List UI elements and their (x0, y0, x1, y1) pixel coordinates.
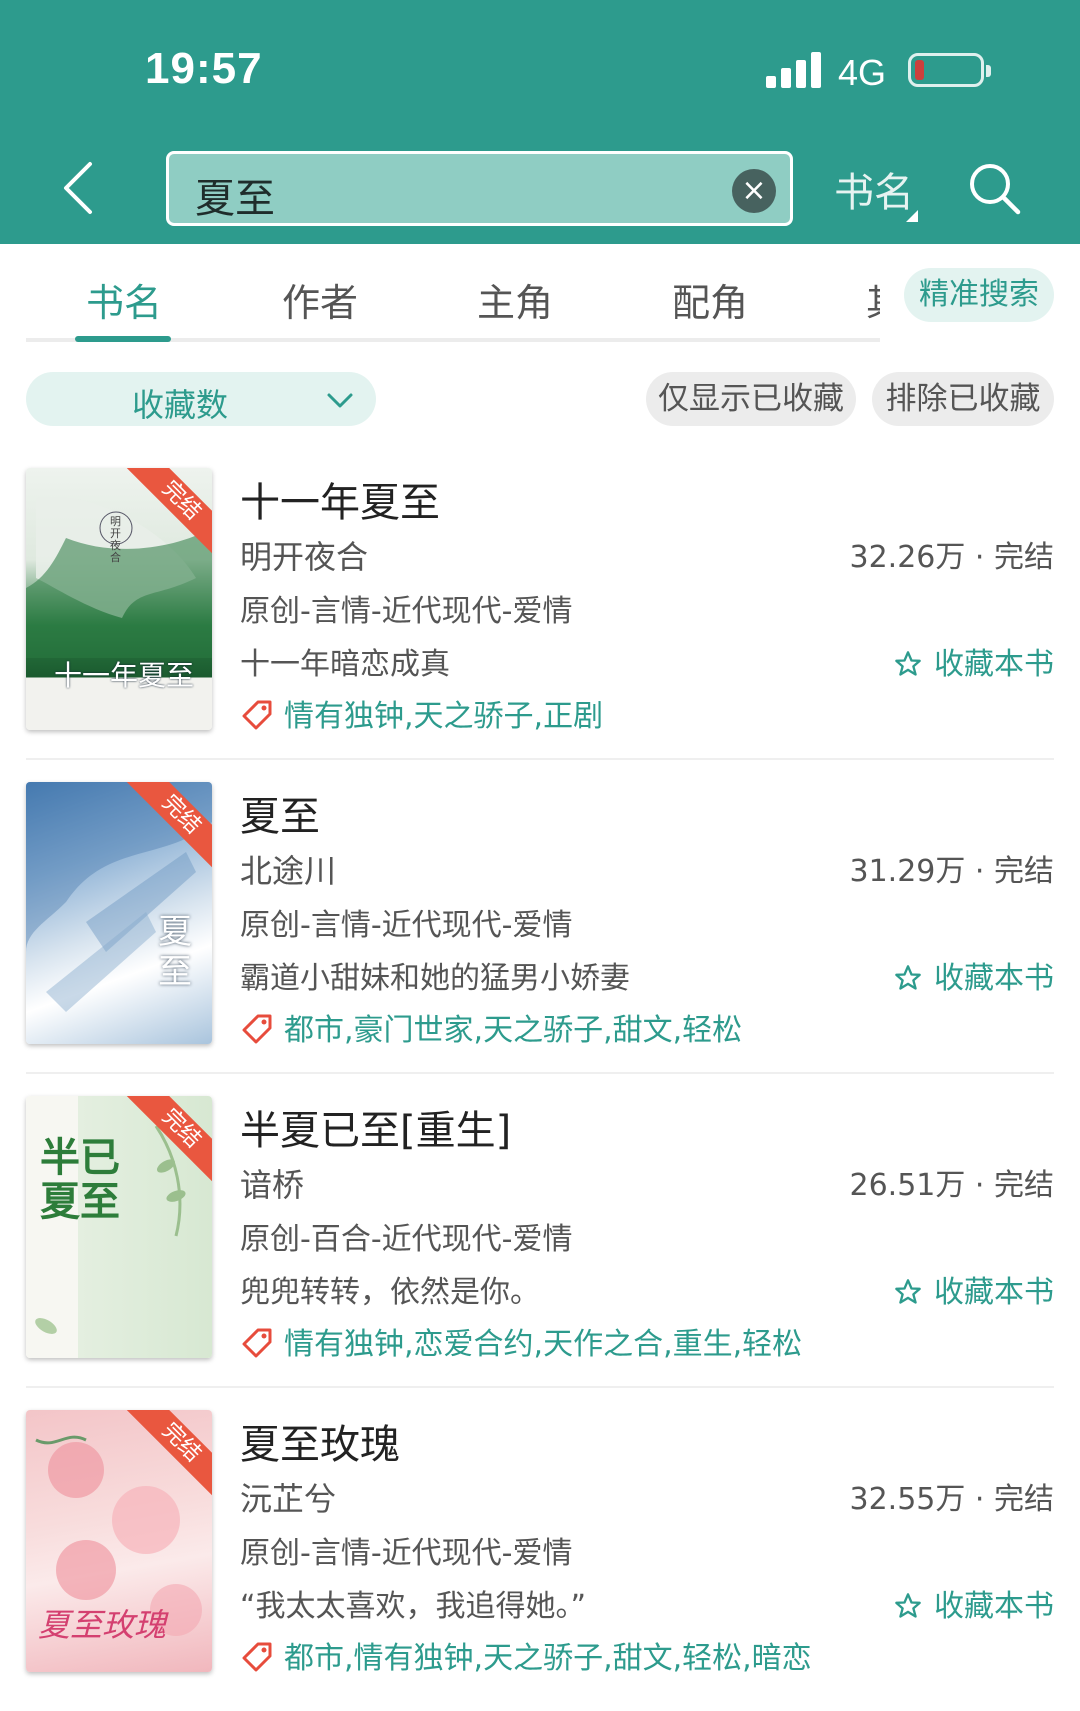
battery-icon (908, 53, 991, 87)
book-stats: 26.51万 · 完结 (849, 1168, 1055, 1203)
favorite-label: 收藏本书 (934, 1589, 1054, 1624)
cover-title: 十一年夏至 (54, 659, 195, 692)
favorite-label: 收藏本书 (934, 961, 1054, 996)
book-description: 兜兜转转，依然是你。 (240, 1275, 540, 1310)
book-cover[interactable]: 夏至 完结 (26, 782, 212, 1044)
book-cover[interactable]: 明开夜合 十一年夏至 完结 (26, 468, 212, 730)
search-tabs: 书名 作者 主角 配角 其 精准搜索 (0, 244, 1080, 344)
tab-protagonist[interactable]: 主角 (477, 272, 553, 327)
book-tags: 情有独钟,天之骄子,正剧 (240, 691, 603, 735)
tag-icon (242, 1014, 272, 1044)
tab-author[interactable]: 作者 (282, 272, 358, 327)
tags-text: 情有独钟,恋爱合约,天作之合,重生,轻松 (284, 1327, 803, 1362)
star-icon (895, 965, 921, 990)
tag-icon (242, 700, 272, 730)
book-genre: 原创-言情-近代现代-爱情 (240, 908, 573, 943)
book-author[interactable]: 明开夜合 (240, 532, 368, 578)
book-list-item[interactable]: 夏至玫瑰 完结 夏至玫瑰 沅芷兮 32.55万 · 完结 原创-言情-近代现代-… (0, 1388, 1080, 1702)
book-list-item[interactable]: 夏至 完结 夏至 北途川 31.29万 · 完结 原创-言情-近代现代-爱情 霸… (0, 760, 1080, 1074)
tag-icon (242, 1328, 272, 1358)
tags-text: 都市,豪门世家,天之骄子,甜文,轻松 (284, 1013, 743, 1048)
book-cover[interactable]: 半已夏至 完结 (26, 1096, 212, 1358)
book-cover[interactable]: 夏至玫瑰 完结 (26, 1410, 212, 1672)
signal-icon (766, 52, 822, 88)
book-author[interactable]: 沅芷兮 (240, 1474, 336, 1520)
star-icon (895, 651, 921, 676)
cover-title: 半已夏至 (40, 1134, 120, 1225)
tags-text: 都市,情有独钟,天之骄子,甜文,轻松,暗恋 (284, 1641, 812, 1676)
cover-title: 夏至玫瑰 (38, 1606, 167, 1644)
search-query[interactable]: 夏至 (195, 166, 275, 224)
book-tags: 都市,情有独钟,天之骄子,甜文,轻松,暗恋 (240, 1633, 812, 1677)
tab-active-indicator (75, 336, 171, 342)
tags-text: 情有独钟,天之骄子,正剧 (284, 699, 604, 734)
book-genre: 原创-百合-近代现代-爱情 (240, 1222, 573, 1257)
chevron-down-icon (327, 393, 353, 408)
book-tags: 情有独钟,恋爱合约,天作之合,重生,轻松 (240, 1319, 802, 1363)
book-stats: 31.29万 · 完结 (849, 854, 1055, 889)
back-arrow-icon[interactable] (58, 160, 98, 216)
book-genre: 原创-言情-近代现代-爱情 (240, 594, 573, 629)
book-list-item[interactable]: 半已夏至 完结 半夏已至[重生] 谙桥 26.51万 · 完结 原创-百合-近代… (0, 1074, 1080, 1388)
status-time: 19:57 (145, 44, 263, 93)
precise-search-button[interactable]: 精准搜索 (904, 268, 1054, 322)
search-icon[interactable] (966, 160, 1022, 216)
only-saved-filter-button[interactable]: 仅显示已收藏 (646, 372, 856, 426)
search-input[interactable]: 夏至 × (166, 151, 793, 226)
book-stats: 32.26万 · 完结 (849, 540, 1055, 575)
clear-search-button[interactable]: × (732, 169, 776, 213)
search-type-dropdown[interactable]: 书名 (834, 160, 914, 218)
book-description: “我太太喜欢，我追得她。” (240, 1589, 587, 1624)
cover-seal: 明开夜合 (110, 515, 121, 564)
book-author[interactable]: 北途川 (240, 846, 336, 892)
book-list-item[interactable]: 明开夜合 十一年夏至 完结 十一年夏至 明开夜合 32.26万 · 完结 原创-… (0, 446, 1080, 760)
favorite-book-button[interactable]: 收藏本书 (894, 953, 1054, 997)
dropdown-caret-icon (906, 210, 918, 222)
network-type: 4G (838, 52, 887, 93)
book-title[interactable]: 夏至玫瑰 (240, 1412, 400, 1470)
book-title[interactable]: 夏至 (240, 784, 320, 842)
tab-title[interactable]: 书名 (86, 272, 162, 327)
star-icon (895, 1279, 921, 1304)
book-description: 霸道小甜妹和她的猛男小娇妻 (240, 961, 630, 996)
book-tags: 都市,豪门世家,天之骄子,甜文,轻松 (240, 1005, 742, 1049)
book-title[interactable]: 十一年夏至 (240, 470, 440, 528)
sort-dropdown[interactable]: 收藏数 (26, 372, 376, 426)
book-stats: 32.55万 · 完结 (849, 1482, 1055, 1517)
tab-supporting[interactable]: 配角 (672, 272, 748, 327)
tab-other[interactable]: 其 (866, 274, 880, 326)
favorite-book-button[interactable]: 收藏本书 (894, 1267, 1054, 1311)
book-author[interactable]: 谙桥 (240, 1160, 304, 1206)
sort-label: 收藏数 (132, 386, 229, 424)
tag-icon (242, 1642, 272, 1672)
star-icon (895, 1593, 921, 1618)
book-description: 十一年暗恋成真 (240, 647, 450, 682)
book-genre: 原创-言情-近代现代-爱情 (240, 1536, 573, 1571)
favorite-label: 收藏本书 (934, 1275, 1054, 1310)
exclude-saved-filter-button[interactable]: 排除已收藏 (872, 372, 1054, 426)
favorite-book-button[interactable]: 收藏本书 (894, 1581, 1054, 1625)
cover-title: 夏至 (158, 912, 192, 992)
header-bar: 19:57 4G 夏至 × 书名 (0, 0, 1080, 244)
favorite-label: 收藏本书 (934, 647, 1054, 682)
favorite-book-button[interactable]: 收藏本书 (894, 639, 1054, 683)
book-title[interactable]: 半夏已至[重生] (240, 1098, 511, 1156)
